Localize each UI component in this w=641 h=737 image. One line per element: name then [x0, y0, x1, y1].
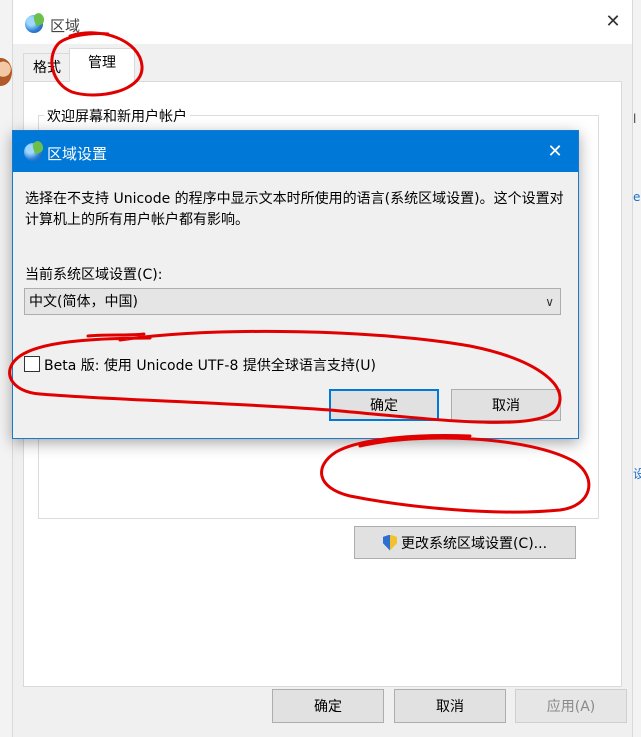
edge-text: l — [633, 112, 637, 126]
dialog-title: 区域设置 — [47, 145, 108, 163]
window-title: 区域 — [50, 17, 81, 35]
group-label: 欢迎屏幕和新用户帐户 — [44, 106, 190, 126]
uac-shield-icon — [382, 534, 397, 551]
globe-icon — [25, 15, 43, 33]
current-locale-label: 当前系统区域设置(C): — [25, 267, 163, 283]
globe-icon — [24, 143, 42, 161]
close-icon[interactable]: ✕ — [603, 12, 623, 32]
apply-button[interactable]: 应用(A) — [515, 689, 627, 723]
dialog-description: 选择在不支持 Unicode 的程序中显示文本时所使用的语言(系统区域设置)。这… — [25, 191, 564, 228]
close-icon[interactable]: ✕ — [543, 140, 567, 164]
region-settings-dialog: 区域设置 ✕ 选择在不支持 Unicode 的程序中显示文本时所使用的语言(系统… — [12, 130, 579, 439]
dialog-cancel-button[interactable]: 取消 — [451, 389, 561, 421]
edge-text: e — [633, 190, 641, 204]
system-locale-select[interactable]: 中文(简体，中国) ∨ — [24, 288, 561, 315]
change-system-locale-label: 更改系统区域设置(C)... — [400, 535, 548, 552]
desktop-left-edge — [0, 0, 12, 737]
chevron-down-icon: ∨ — [545, 295, 554, 309]
tab-formats[interactable]: 格式 — [23, 53, 71, 82]
system-locale-value: 中文(简体，中国) — [29, 294, 138, 310]
tab-administrative[interactable]: 管理 — [69, 48, 135, 82]
ok-button[interactable]: 确定 — [272, 689, 384, 723]
beta-utf8-checkbox[interactable] — [24, 356, 40, 372]
cancel-button[interactable]: 取消 — [394, 689, 506, 723]
change-system-locale-button[interactable]: 更改系统区域设置(C)... — [354, 526, 576, 559]
dialog-title-bar[interactable]: 区域设置 ✕ — [13, 131, 578, 172]
title-bar[interactable]: 区域 ✕ — [13, 0, 632, 44]
beta-utf8-label[interactable]: Beta 版: 使用 Unicode UTF-8 提供全球语言支持(U) — [44, 355, 376, 375]
dialog-ok-button[interactable]: 确定 — [329, 389, 439, 421]
edge-text: 设 — [633, 467, 641, 481]
